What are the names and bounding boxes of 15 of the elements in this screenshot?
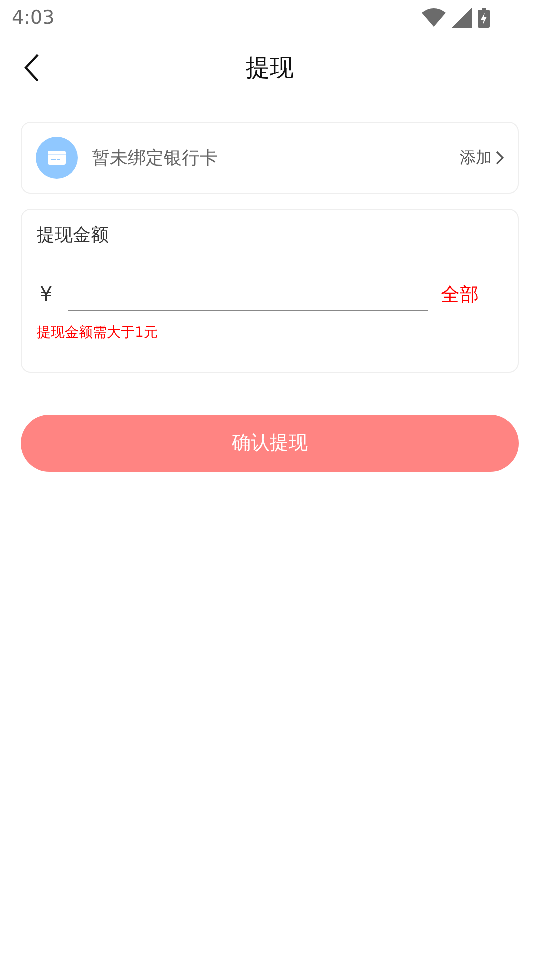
bank-card-icon (36, 137, 78, 179)
amount-error: 提现金额需大于1元 (37, 324, 159, 343)
back-icon (22, 53, 42, 83)
bank-card-text: 暂未绑定银行卡 (92, 146, 218, 170)
bank-card-row[interactable]: 暂未绑定银行卡 添加 (21, 122, 519, 194)
wifi-icon (422, 8, 446, 28)
battery-icon (478, 8, 490, 28)
add-link[interactable]: 添加 (460, 146, 504, 170)
currency-symbol: ¥ (40, 281, 54, 308)
signal-icon (452, 8, 472, 28)
status-time: 4:03 (12, 6, 55, 31)
chevron-right-icon (496, 151, 504, 165)
amount-label: 提现金额 (37, 224, 110, 248)
all-button[interactable]: 全部 (441, 280, 479, 311)
page-title: 提现 (246, 53, 294, 84)
